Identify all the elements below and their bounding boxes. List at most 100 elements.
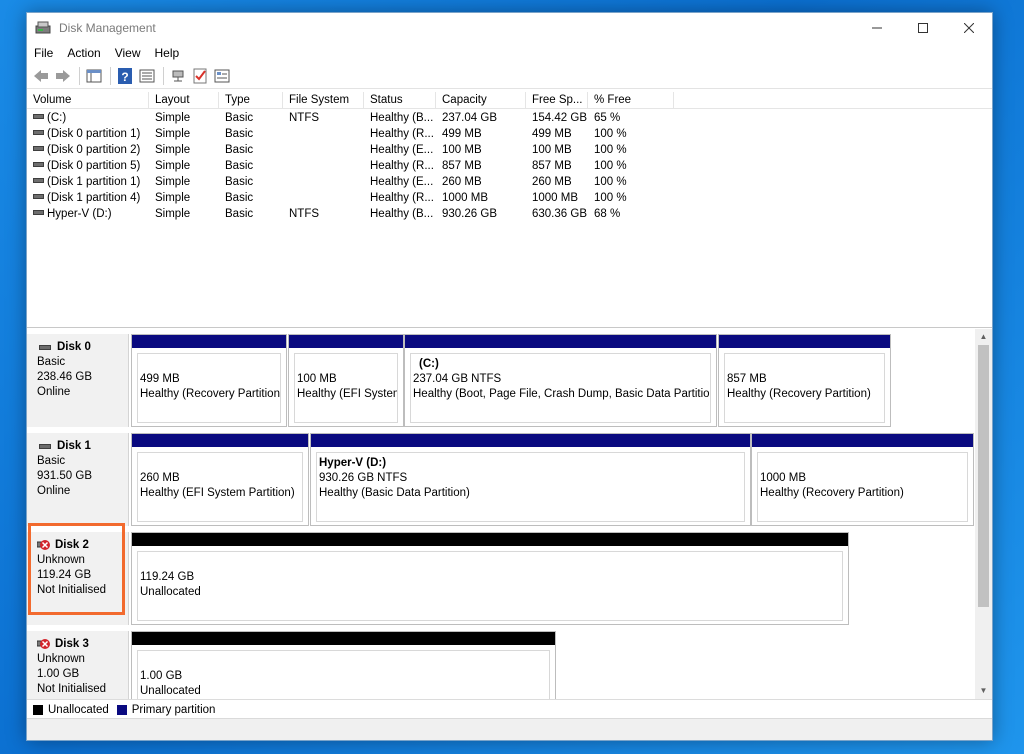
- menu-file[interactable]: File: [27, 46, 60, 60]
- partition[interactable]: 857 MB Healthy (Recovery Partition): [718, 334, 891, 427]
- volume-name: (Disk 0 partition 2): [47, 144, 141, 156]
- column-type[interactable]: Type: [219, 92, 283, 109]
- partition[interactable]: (C:) 237.04 GB NTFS Healthy (Boot, Page …: [404, 334, 717, 427]
- cell-pct: 65 %: [594, 112, 621, 124]
- disk-label[interactable]: Disk 3 Unknown 1.00 GB Not Initialised: [27, 631, 129, 699]
- partition-status: Unallocated: [140, 685, 201, 697]
- primary-partition-bar: [719, 335, 890, 348]
- cell-layout: Simple: [155, 176, 191, 188]
- vertical-scrollbar[interactable]: ▲ ▼: [975, 329, 992, 699]
- cell-volume: (Disk 1 partition 4): [27, 190, 149, 206]
- primary-partition-bar: [311, 434, 750, 447]
- disk-size: 238.46 GB: [37, 371, 92, 383]
- partition[interactable]: 1000 MB Healthy (Recovery Partition): [751, 433, 974, 526]
- partition-status: Healthy (Basic Data Partition): [319, 487, 470, 499]
- close-button[interactable]: [946, 13, 992, 43]
- details-icon[interactable]: [212, 66, 232, 86]
- menu-action[interactable]: Action: [60, 46, 107, 60]
- column-percent-free[interactable]: % Free: [588, 92, 674, 109]
- table-row[interactable]: Hyper-V (D:) Simple Basic NTFS Healthy (B...…: [27, 206, 992, 222]
- drive-icon: [39, 444, 51, 449]
- checklist-icon[interactable]: [190, 66, 210, 86]
- cell-type: Basic: [225, 160, 254, 172]
- help-icon[interactable]: ?: [115, 66, 135, 86]
- toolbar-separator: [110, 66, 111, 85]
- connect-icon[interactable]: [168, 66, 188, 86]
- partition-size: 260 MB: [140, 472, 180, 484]
- volume-name: (Disk 1 partition 4): [47, 192, 141, 204]
- svg-text:?: ?: [121, 70, 128, 84]
- partition-status: Unallocated: [140, 586, 201, 598]
- properties-icon[interactable]: [137, 66, 157, 86]
- disk-management-app-icon: [35, 21, 51, 35]
- column-volume[interactable]: Volume: [27, 92, 149, 109]
- disk-label[interactable]: Disk 1 Basic 931.50 GB Online: [27, 433, 129, 526]
- forward-arrow-icon[interactable]: [53, 66, 73, 86]
- table-row[interactable]: (Disk 1 partition 1) Simple Basic Healthy (…: [27, 174, 992, 190]
- column-capacity[interactable]: Capacity: [436, 92, 526, 109]
- cell-pct: 68 %: [594, 208, 621, 220]
- unallocated-partition[interactable]: 119.24 GB Unallocated: [131, 532, 849, 625]
- cell-volume: (Disk 1 partition 1): [27, 174, 149, 190]
- cell-layout: Simple: [155, 160, 191, 172]
- minimize-button[interactable]: [854, 13, 900, 43]
- cell-free: 100 MB: [532, 144, 572, 156]
- drive-icon: [33, 162, 44, 168]
- disk-name: Disk 1: [57, 440, 91, 452]
- primary-partition-bar: [752, 434, 973, 447]
- partition-status: Healthy (EFI System: [297, 388, 398, 400]
- column-layout[interactable]: Layout: [149, 92, 219, 109]
- volume-list: Volume Layout Type File System Status Ca…: [27, 90, 992, 328]
- unallocated-bar: [132, 533, 848, 546]
- maximize-button[interactable]: [900, 13, 946, 43]
- cell-capacity: 1000 MB: [442, 192, 489, 204]
- partition[interactable]: 260 MB Healthy (EFI System Partition): [131, 433, 309, 526]
- disk-size: 931.50 GB: [37, 470, 92, 482]
- cell-type: Basic: [225, 176, 254, 188]
- cell-type: Basic: [225, 112, 254, 124]
- table-row[interactable]: (Disk 1 partition 4) Simple Basic Healthy (…: [27, 190, 992, 206]
- table-row[interactable]: (Disk 0 partition 2) Simple Basic Healthy (…: [27, 142, 992, 158]
- cell-pct: 100 %: [594, 192, 627, 204]
- disk-state: Not Initialised: [37, 683, 107, 695]
- partition-size: 1.00 GB: [140, 670, 183, 682]
- column-free-space[interactable]: Free Sp...: [526, 92, 588, 109]
- scroll-down-icon[interactable]: ▼: [975, 683, 992, 699]
- cell-status: Healthy (B...: [370, 112, 434, 124]
- cell-type: Basic: [225, 128, 254, 140]
- console-tree-icon[interactable]: [84, 66, 104, 86]
- cell-fs: NTFS: [289, 112, 320, 124]
- table-row[interactable]: (C:) Simple Basic NTFS Healthy (B... 237.04 G…: [27, 110, 992, 126]
- disk-label[interactable]: Disk 0 Basic 238.46 GB Online: [27, 334, 129, 427]
- partition[interactable]: Hyper-V (D:) 930.26 GB NTFS Healthy (Bas…: [310, 433, 751, 526]
- scroll-thumb[interactable]: [978, 345, 989, 607]
- partition-size: 499 MB: [140, 373, 180, 385]
- back-arrow-icon[interactable]: [31, 66, 51, 86]
- primary-partition-bar: [289, 335, 403, 348]
- status-bar: [27, 718, 992, 740]
- disk-management-window: Disk Management File Action View Help ? …: [26, 12, 993, 741]
- partition-status: Healthy (Recovery Partition): [760, 487, 904, 499]
- table-row[interactable]: (Disk 0 partition 5) Simple Basic Healthy (…: [27, 158, 992, 174]
- partition-size: 100 MB: [297, 373, 337, 385]
- cell-type: Basic: [225, 144, 254, 156]
- menu-help[interactable]: Help: [148, 46, 187, 60]
- scroll-up-icon[interactable]: ▲: [975, 329, 992, 345]
- menu-bar: File Action View Help: [27, 43, 992, 63]
- menu-view[interactable]: View: [108, 46, 148, 60]
- cell-fs: NTFS: [289, 208, 320, 220]
- unallocated-partition[interactable]: 1.00 GB Unallocated: [131, 631, 556, 699]
- cell-type: Basic: [225, 208, 254, 220]
- partition-size: 237.04 GB NTFS: [413, 373, 502, 385]
- column-status[interactable]: Status: [364, 92, 436, 109]
- disk-type: Unknown: [37, 653, 85, 665]
- partition[interactable]: 100 MB Healthy (EFI System: [288, 334, 404, 427]
- column-file-system[interactable]: File System: [283, 92, 364, 109]
- legend: Unallocated Primary partition: [27, 699, 992, 719]
- disk-graphical-view: Disk 0 Basic 238.46 GB Online 499 MB Hea…: [27, 329, 992, 699]
- table-row[interactable]: (Disk 0 partition 1) Simple Basic Healthy (…: [27, 126, 992, 142]
- partition[interactable]: 499 MB Healthy (Recovery Partition): [131, 334, 287, 427]
- volume-list-header: Volume Layout Type File System Status Ca…: [27, 92, 992, 109]
- cell-free: 630.36 GB: [532, 208, 587, 220]
- cell-layout: Simple: [155, 144, 191, 156]
